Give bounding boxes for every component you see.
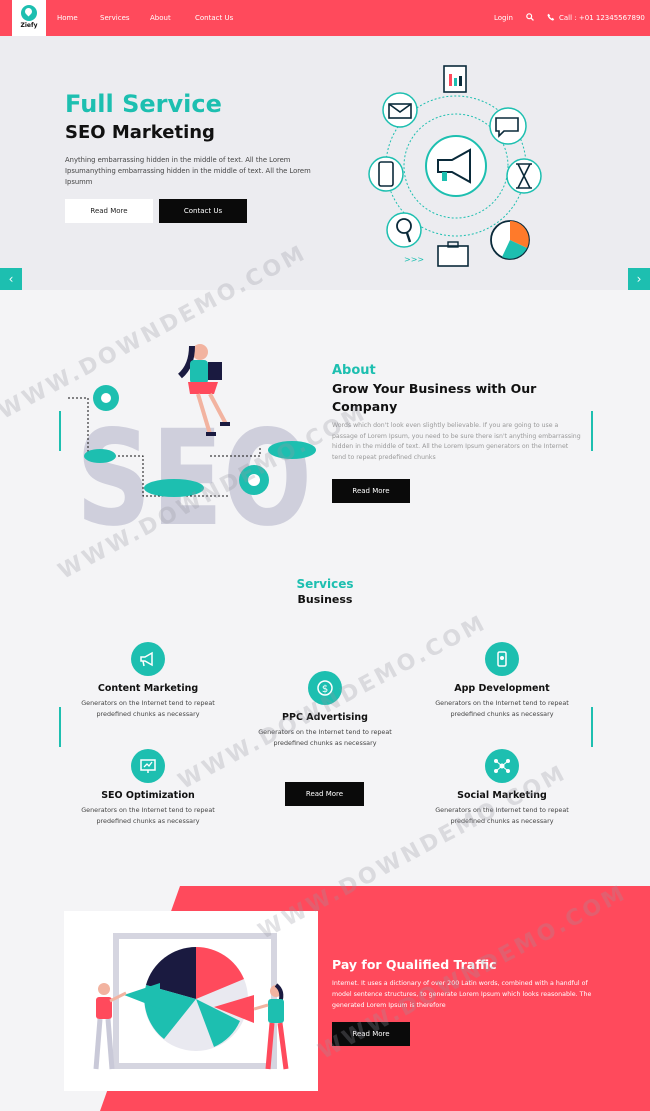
phone-icon: [547, 13, 555, 21]
services-left-accent: [59, 707, 61, 747]
about-kicker: About: [332, 363, 376, 378]
nav-contact-us[interactable]: Contact Us: [195, 13, 233, 23]
service-card-ppc-advertising[interactable]: $ PPC Advertising Generators on the Inte…: [240, 671, 410, 749]
top-navbar: Ziefy Home Services About Contact Us Log…: [0, 0, 650, 36]
hero-section: Full Service SEO Marketing Anything emba…: [0, 36, 650, 290]
about-read-more-button[interactable]: Read More: [332, 479, 410, 503]
dollar-coin-icon: $: [308, 671, 342, 705]
about-left-accent: [59, 411, 61, 451]
traffic-illustration-card: [64, 911, 318, 1091]
login-link[interactable]: Login: [494, 13, 513, 23]
hero-subtitle: SEO Marketing: [65, 122, 215, 143]
service-desc: Generators on the Internet tend to repea…: [258, 728, 392, 747]
traffic-title: Pay for Qualified Traffic: [332, 957, 497, 972]
svg-text:$: $: [322, 684, 328, 695]
service-desc: Generators on the Internet tend to repea…: [435, 806, 569, 825]
social-network-icon: [485, 749, 519, 783]
megaphone-icon: [131, 642, 165, 676]
logo-text: Ziefy: [20, 22, 38, 29]
service-desc: Generators on the Internet tend to repea…: [81, 699, 215, 718]
service-card-content-marketing[interactable]: Content Marketing Generators on the Inte…: [63, 642, 233, 720]
slider-prev-arrow[interactable]: ‹: [0, 268, 22, 290]
service-card-social-marketing[interactable]: Social Marketing Generators on the Inter…: [417, 749, 587, 827]
call-number[interactable]: Call : +01 12345567890: [559, 13, 645, 23]
service-name: PPC Advertising: [282, 712, 368, 723]
service-name: Social Marketing: [457, 790, 547, 801]
services-read-more-button[interactable]: Read More: [285, 782, 364, 806]
seo-illustration-text: SEO: [76, 402, 312, 536]
traffic-read-more-button[interactable]: Read More: [332, 1022, 410, 1046]
service-desc: Generators on the Internet tend to repea…: [81, 806, 215, 825]
app-phone-icon: [485, 642, 519, 676]
traffic-text: Internet. It uses a dictionary of over 2…: [332, 980, 592, 1009]
hero-title: Full Service: [65, 90, 222, 118]
services-kicker: Services: [296, 577, 354, 591]
slider-next-arrow[interactable]: ›: [628, 268, 650, 290]
page: Ziefy Home Services About Contact Us Log…: [0, 0, 650, 1111]
seo-illustration: SEO: [68, 344, 316, 536]
nav-services[interactable]: Services: [100, 13, 130, 23]
logo-pin-icon: [21, 5, 37, 21]
service-desc: Generators on the Internet tend to repea…: [435, 699, 569, 718]
about-title: Grow Your Business with Our Company: [332, 381, 537, 414]
hero-contact-us-button[interactable]: Contact Us: [159, 199, 247, 223]
nav-about[interactable]: About: [150, 13, 171, 23]
service-name: Content Marketing: [97, 683, 199, 694]
search-icon[interactable]: [526, 13, 534, 21]
nav-home[interactable]: Home: [57, 13, 78, 23]
service-card-seo-optimization[interactable]: SEO Optimization Generators on the Inter…: [63, 749, 233, 827]
svg-text:>>>: >>>: [404, 255, 424, 264]
service-name: App Development: [454, 683, 550, 694]
monitor-chart-icon: [131, 749, 165, 783]
about-right-accent: [591, 411, 593, 451]
logo[interactable]: Ziefy: [12, 0, 46, 36]
services-right-accent: [591, 707, 593, 747]
marketing-hub-illustration: >>>: [368, 65, 542, 267]
about-text: Words which don't look even slightly bel…: [332, 422, 581, 461]
service-name: SEO Optimization: [101, 790, 195, 801]
pie-chart-team-illustration: [93, 933, 289, 1070]
services-title: Business: [297, 593, 353, 606]
hero-text: Anything embarrassing hidden in the midd…: [65, 156, 311, 186]
hero-read-more-button[interactable]: Read More: [65, 199, 153, 223]
service-card-app-development[interactable]: App Development Generators on the Intern…: [417, 642, 587, 720]
